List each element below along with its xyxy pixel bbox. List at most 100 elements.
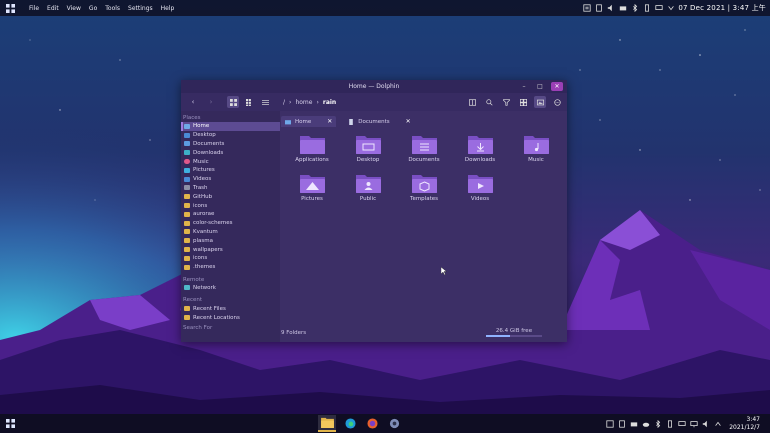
sidebar-item-documents[interactable]: Documents [181,140,280,149]
documents-folder-icon [411,136,437,154]
sidebar-item-trash[interactable]: Trash [181,184,280,193]
notes-icon[interactable] [606,419,614,428]
section-search-for: Search For [183,324,213,331]
taskbar-file-manager[interactable] [318,415,336,432]
close-tab-icon[interactable]: ✕ [327,118,332,125]
folder-item[interactable]: Pictures [287,172,337,202]
network-icon[interactable] [678,420,686,428]
network-icon[interactable] [655,4,663,12]
sidebar-item-network[interactable]: Network [181,284,280,293]
sidebar-item-recent-locations[interactable]: Recent Locations [181,313,280,322]
search-icon[interactable] [483,96,495,108]
breadcrumb-current[interactable]: rain [323,99,336,106]
filter-icon[interactable] [500,96,512,108]
taskbar-edge[interactable] [341,415,359,432]
taskbar-settings[interactable] [385,415,403,432]
battery-icon[interactable] [643,4,651,12]
sidebar-item-downloads[interactable]: Downloads [181,148,280,157]
folder-tray-icon[interactable] [619,4,627,12]
close-tab-icon[interactable]: ✕ [406,118,411,125]
folder-icon [184,264,190,270]
icons-view-button[interactable] [227,96,239,108]
more-icon[interactable] [551,96,563,108]
grid-icon[interactable] [517,96,529,108]
taskbar-clock[interactable]: 3:47 2021/12/7 [729,416,760,432]
menu-file[interactable]: File [25,5,43,12]
sidebar-item-wallpapers[interactable]: wallpapers [181,245,280,254]
sidebar-item-aurorae[interactable]: aurorae [181,210,280,219]
folder-icon [184,229,190,235]
pictures-folder-icon [299,175,325,193]
menu-tools[interactable]: Tools [101,5,124,12]
sidebar-item-desktop[interactable]: Desktop [181,131,280,140]
breadcrumb-root[interactable]: / [283,99,285,106]
recent-locations-icon [184,315,190,321]
preview-icon[interactable] [534,96,546,108]
taskbar-firefox[interactable] [363,415,381,432]
sidebar-item-color-schemes[interactable]: color-schemes [181,219,280,228]
folder-item[interactable]: Music [511,133,561,163]
menu-edit[interactable]: Edit [43,5,63,12]
bluetooth-icon[interactable] [631,4,639,12]
sidebar-item-themes[interactable]: .themes [181,263,280,272]
chevron-up-icon[interactable] [714,420,722,428]
forward-button[interactable]: › [205,96,217,108]
folder-icon [184,194,190,200]
folder-item[interactable]: Desktop [343,133,393,163]
folder-icon [184,203,190,209]
section-places: Places [183,115,201,121]
bluetooth-icon[interactable] [654,419,662,428]
folder-item[interactable]: Downloads [455,133,505,163]
sidebar-item-github[interactable]: GitHub [181,192,280,201]
sidebar-item-icons-2[interactable]: icons [181,254,280,263]
tab-documents[interactable]: Documents ✕ [344,116,414,127]
sidebar-item-music[interactable]: Music [181,157,280,166]
sidebar-item-plasma[interactable]: plasma [181,236,280,245]
folder-item[interactable]: Documents [399,133,449,163]
notes-icon[interactable] [583,4,591,12]
applications-folder-icon [299,136,325,154]
file-manager-icon [320,417,334,428]
start-menu-icon[interactable] [6,419,15,428]
details-view-button[interactable] [259,96,271,108]
sidebar-item-kvantum[interactable]: Kvantum [181,228,280,237]
top-clock[interactable]: 07 Dec 2021 | 3:47 上午 [678,0,766,16]
folder-item[interactable]: Videos [455,172,505,202]
clipboard-icon[interactable] [595,4,603,12]
tab-home[interactable]: Home ✕ [281,116,337,127]
back-button[interactable]: ‹ [187,96,199,108]
cloud-icon[interactable] [642,420,650,428]
menu-help[interactable]: Help [157,5,179,12]
close-button[interactable]: ✕ [551,82,563,91]
trash-icon [184,185,190,191]
split-view-icon[interactable] [466,96,478,108]
folder-item[interactable]: Templates [399,172,449,202]
maximize-button[interactable]: □ [535,82,545,91]
battery-icon[interactable] [666,419,674,428]
folder-item[interactable]: Public [343,172,393,202]
documents-icon [184,141,190,147]
app-launcher-icon[interactable] [6,3,15,13]
breadcrumb-home[interactable]: home [295,99,312,106]
volume-icon[interactable] [702,420,710,428]
minimize-button[interactable]: – [519,82,529,91]
menu-go[interactable]: Go [85,5,101,12]
window-titlebar[interactable]: Home — Dolphin – □ ✕ [181,80,567,93]
public-folder-icon [355,175,381,193]
global-menu: File Edit View Go Tools Settings Help [25,0,178,16]
sidebar-item-videos[interactable]: Videos [181,175,280,184]
menu-view[interactable]: View [63,5,85,12]
clipboard-icon[interactable] [618,419,626,428]
menu-settings[interactable]: Settings [124,5,157,12]
home-icon [184,123,190,129]
display-icon[interactable] [690,420,698,428]
compact-view-button[interactable] [243,96,255,108]
sidebar-item-recent-files[interactable]: Recent Files [181,304,280,313]
folder-tray-icon[interactable] [630,420,638,428]
sidebar-item-home[interactable]: Home [181,122,280,131]
folder-item[interactable]: Applications [287,133,337,163]
volume-icon[interactable] [607,4,615,12]
sidebar-item-pictures[interactable]: Pictures [181,166,280,175]
chevron-down-icon[interactable] [667,4,675,12]
sidebar-item-icons[interactable]: icons [181,201,280,210]
